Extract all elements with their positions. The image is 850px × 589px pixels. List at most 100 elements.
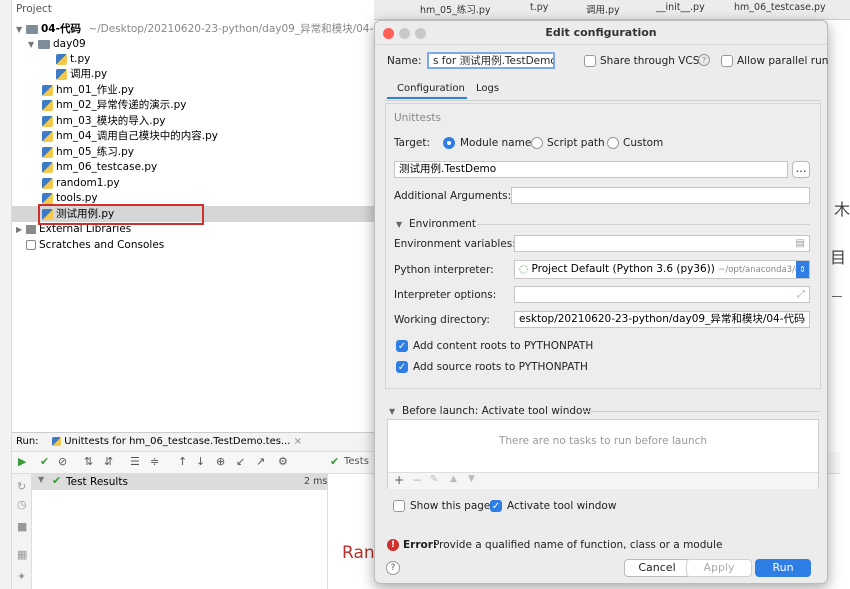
tab-hm05[interactable]: hm_05_练习.py — [420, 2, 491, 16]
expand-icon[interactable]: ⤢ — [797, 287, 805, 302]
tab-diaoyong[interactable]: 调用.py — [586, 2, 620, 16]
tree-file[interactable]: hm_02_异常传递的演示.py — [42, 98, 186, 113]
tab-t[interactable]: t.py — [530, 2, 548, 13]
up-icon[interactable]: ↑ — [178, 455, 187, 468]
tree-scratches[interactable]: Scratches and Consoles — [26, 238, 164, 253]
tab-logs[interactable]: Logs — [476, 83, 499, 94]
show-page-checkbox[interactable] — [393, 500, 405, 512]
help-icon[interactable]: ? — [386, 561, 400, 575]
interp-options-input[interactable]: ⤢ — [514, 286, 810, 303]
close-icon[interactable]: × — [294, 436, 302, 447]
search-icon[interactable]: ⊕ — [216, 455, 225, 468]
add-icon[interactable]: + — [394, 473, 404, 487]
env-edit-icon[interactable]: ▤ — [796, 236, 805, 251]
python-file-icon — [42, 192, 53, 204]
add-source-roots-checkbox[interactable]: ✓ — [396, 361, 408, 373]
project-header[interactable]: Project — [16, 2, 52, 17]
radio-custom[interactable] — [607, 137, 619, 149]
layout-icon[interactable]: ▦ — [17, 548, 27, 561]
expand-arrow-icon[interactable]: ▼ — [28, 37, 38, 52]
tree-file[interactable]: hm_05_练习.py — [42, 145, 134, 160]
radio-module-name[interactable] — [443, 137, 455, 149]
gear-icon[interactable]: ⚙ — [278, 455, 288, 468]
move-up-icon[interactable]: ▲ — [450, 474, 457, 484]
add-source-roots-label: Add source roots to PYTHONPATH — [413, 361, 588, 373]
sort-duration-icon[interactable]: ⇵ — [104, 455, 113, 468]
apply-button[interactable]: Apply — [686, 559, 752, 577]
env-vars-label: Environment variables: — [394, 238, 516, 250]
tab-hm06[interactable]: hm_06_testcase.py — [734, 2, 826, 13]
check-icon[interactable]: ✔ — [40, 455, 49, 468]
import-icon[interactable]: ↙ — [236, 455, 245, 468]
chevron-down-icon[interactable]: ⇕ — [796, 261, 809, 278]
allow-parallel-checkbox[interactable] — [721, 55, 733, 67]
error-text: Provide a qualified name of function, cl… — [433, 539, 723, 551]
pin-icon[interactable]: ✦ — [17, 570, 26, 583]
python-file-icon — [42, 115, 53, 127]
interpreter-icon: ◌ — [519, 263, 529, 275]
name-label: Name: — [387, 55, 422, 67]
down-icon[interactable]: ↓ — [196, 455, 205, 468]
interpreter-value: Project Default (Python 3.6 (py36)) — [531, 263, 715, 275]
working-dir-input[interactable]: esktop/20210620-23-python/day09_异常和模块/04… — [514, 311, 810, 328]
tab-configuration[interactable]: Configuration — [397, 83, 465, 94]
sort-alpha-icon[interactable]: ⇅ — [84, 455, 93, 468]
test-config-icon — [52, 436, 61, 446]
before-launch-divider — [583, 411, 819, 412]
interpreter-select[interactable]: ◌ Project Default (Python 3.6 (py36)) ~/… — [514, 260, 810, 279]
tree-file[interactable]: hm_06_testcase.py — [42, 160, 157, 175]
library-icon — [26, 224, 36, 234]
stop-square-icon[interactable]: ■ — [17, 520, 27, 533]
tree-file[interactable]: random1.py — [42, 176, 120, 191]
run-icon[interactable]: ▶ — [18, 455, 26, 468]
target-label: Target: — [394, 137, 431, 149]
editor-tabs: hm_05_练习.py t.py 调用.py __init__.py hm_06… — [374, 0, 850, 20]
tree-file[interactable]: t.py — [56, 52, 90, 67]
tree-folder-day09[interactable]: ▼ day09 — [28, 37, 86, 52]
remove-icon[interactable]: − — [412, 473, 422, 487]
expand-all-icon[interactable]: ☰ — [130, 455, 140, 468]
collapse-all-icon[interactable]: ≑ — [150, 455, 159, 468]
env-vars-input[interactable]: ▤ — [514, 235, 810, 252]
unittests-section-label: Unittests — [394, 112, 442, 124]
additional-args-input[interactable] — [511, 187, 810, 204]
rerun-icon[interactable]: ↻ — [17, 480, 26, 493]
ide-window: Project ▼ 04-代码 ~/Desktop/20210620-23-pyt… — [0, 0, 850, 589]
move-down-icon[interactable]: ▼ — [468, 474, 475, 484]
run-button[interactable]: Run — [755, 559, 811, 577]
help-icon[interactable]: ? — [698, 54, 710, 66]
name-input[interactable]: s for 测试用例.TestDemo — [427, 52, 555, 69]
scratches-label: Scratches and Consoles — [39, 239, 165, 251]
file-name: t.py — [70, 53, 91, 65]
edit-icon[interactable]: ✎ — [430, 474, 438, 485]
close-window-icon[interactable] — [383, 28, 394, 39]
working-dir-value: esktop/20210620-23-python/day09_异常和模块/04… — [519, 313, 805, 325]
tree-root[interactable]: ▼ 04-代码 ~/Desktop/20210620-23-python/day0… — [16, 22, 394, 37]
tree-file[interactable]: 调用.py — [56, 67, 107, 82]
collapse-arrow-icon[interactable]: ▼ — [396, 220, 402, 229]
browse-target-button[interactable]: … — [792, 161, 810, 178]
tree-file[interactable]: hm_03_模块的导入.py — [42, 114, 165, 129]
radio-script-path[interactable] — [531, 137, 543, 149]
cancel-button[interactable]: Cancel — [624, 559, 690, 577]
target-input[interactable]: 测试用例.TestDemo — [394, 161, 788, 178]
zoom-window-icon[interactable] — [415, 28, 426, 39]
expand-arrow-icon[interactable]: ▶ — [16, 222, 26, 237]
folder-icon[interactable]: ▭ — [797, 312, 806, 327]
minimize-window-icon[interactable] — [399, 28, 410, 39]
test-results-row[interactable]: ▼ ✔ Test Results 2 ms — [32, 474, 328, 490]
tab-init[interactable]: __init__.py — [656, 2, 705, 13]
expand-arrow-icon[interactable]: ▼ — [16, 22, 26, 37]
tree-file[interactable]: hm_01_作业.py — [42, 83, 134, 98]
working-dir-label: Working directory: — [394, 314, 490, 326]
activate-tool-checkbox[interactable]: ✓ — [490, 500, 502, 512]
add-content-roots-checkbox[interactable]: ✓ — [396, 340, 408, 352]
share-vcs-checkbox[interactable] — [584, 55, 596, 67]
history-icon[interactable]: ◷ — [17, 498, 27, 511]
expand-arrow-icon[interactable]: ▼ — [38, 475, 44, 484]
tree-file[interactable]: hm_04_调用自己模块中的内容.py — [42, 129, 218, 144]
export-icon[interactable]: ↗ — [256, 455, 265, 468]
run-config-tab[interactable]: Unittests for hm_06_testcase.TestDemo.te… — [52, 436, 302, 447]
collapse-arrow-icon[interactable]: ▼ — [389, 407, 395, 416]
stop-icon[interactable]: ⊘ — [58, 455, 67, 468]
